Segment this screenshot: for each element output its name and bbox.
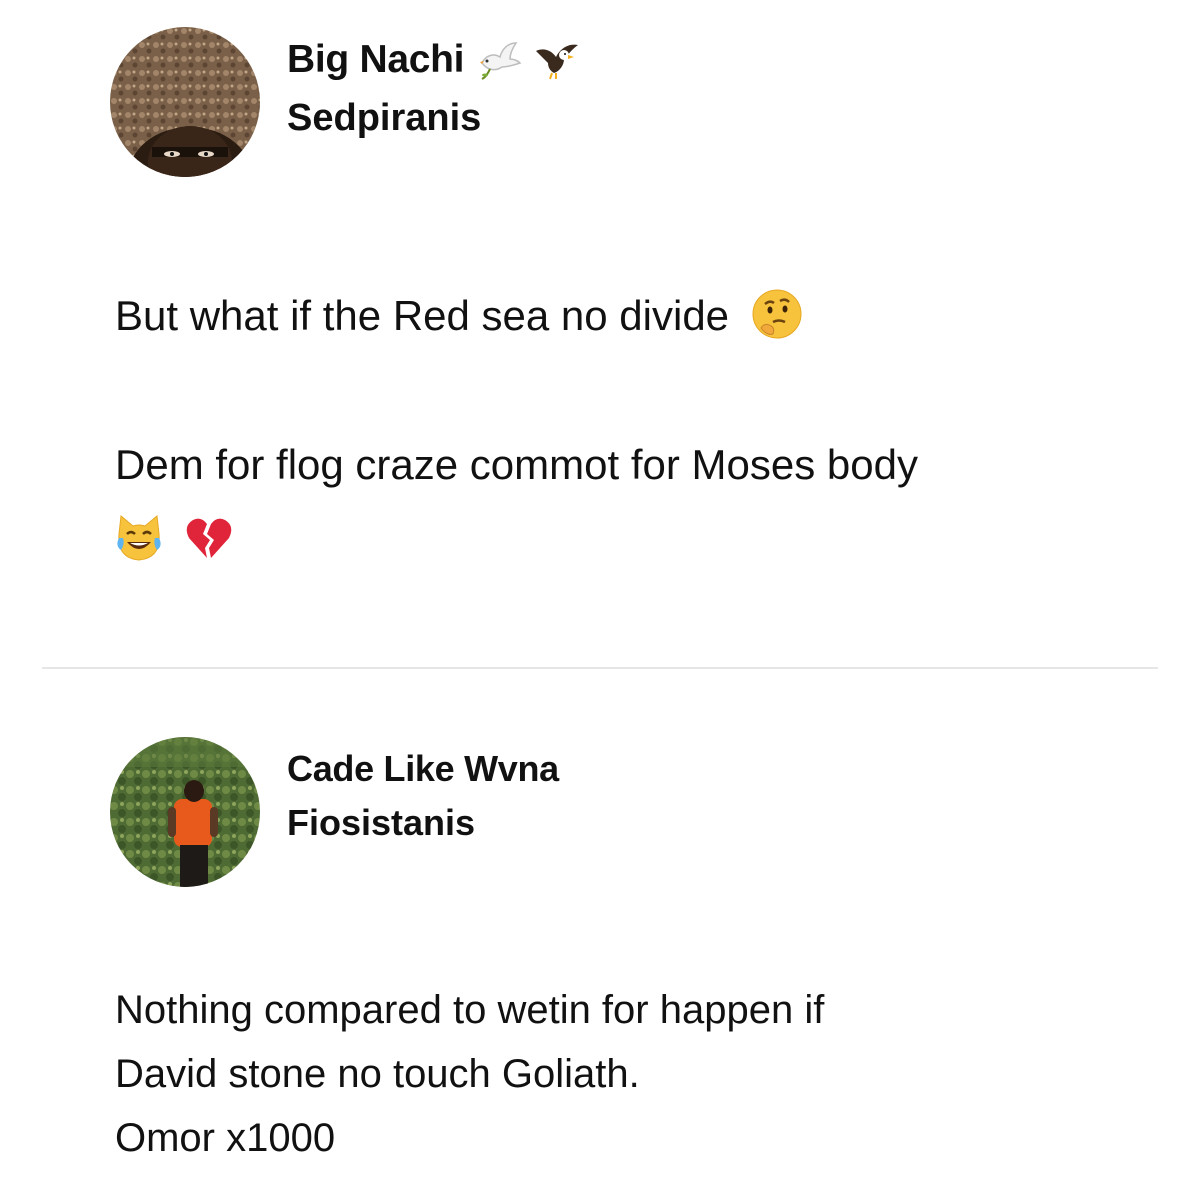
author-block: Cade Like Wvna Fiosistanis xyxy=(287,743,559,849)
author-name-row: Cade Like Wvna xyxy=(287,743,559,795)
post-text-line: Omor x1000 xyxy=(115,1116,336,1160)
eagle-icon xyxy=(534,37,580,83)
avatar[interactable] xyxy=(110,737,260,887)
thinking-face-icon xyxy=(751,288,803,340)
author-name[interactable]: Big Nachi xyxy=(287,34,464,86)
broken-heart-icon xyxy=(183,512,235,564)
author-name-row: Big Nachi xyxy=(287,34,580,86)
avatar[interactable] xyxy=(110,27,260,177)
author-location: Fiosistanis xyxy=(287,802,476,843)
author-name[interactable]: Cade Like Wvna xyxy=(287,743,559,795)
post-text-line: Dem for flog craze commot for Moses body xyxy=(115,441,918,488)
author-block: Big Nachi Sedpiranis xyxy=(287,34,580,144)
cat-with-tears-of-joy-icon xyxy=(113,512,165,564)
post-card: Big Nachi Sedpiranis But what if the Red… xyxy=(0,0,1200,668)
avatar-photo xyxy=(110,27,260,177)
post-text-line: David stone no touch Goliath. xyxy=(115,1052,640,1096)
emoji-line xyxy=(113,512,235,564)
post-text-line: But what if the Red sea no divide xyxy=(115,288,803,343)
avatar-photo xyxy=(110,737,260,887)
post-text-line: Nothing compared to wetin for happen if xyxy=(115,988,825,1032)
author-location: Sedpiranis xyxy=(287,97,482,139)
post-card: Cade Like Wvna Fiosistanis Nothing compa… xyxy=(0,669,1200,1187)
dove-icon xyxy=(476,37,522,83)
post-text: But what if the Red sea no divide xyxy=(115,292,730,339)
